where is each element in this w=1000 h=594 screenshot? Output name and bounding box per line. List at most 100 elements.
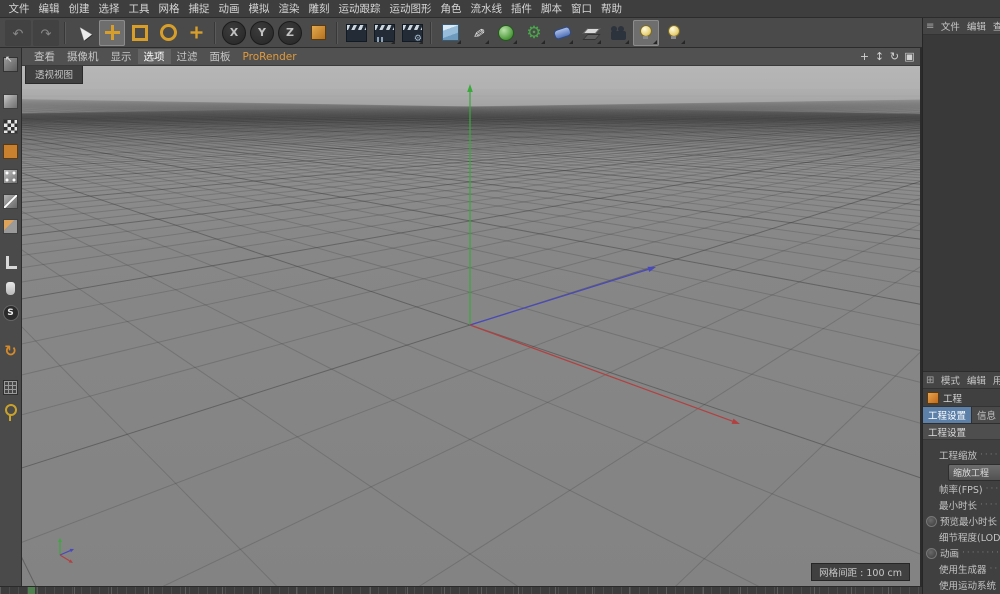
axis-y-toggle[interactable]: Y <box>249 20 275 46</box>
viewport-menu-item-active[interactable]: 选项 <box>138 49 171 64</box>
orange-rotate-icon <box>4 341 17 360</box>
render-settings-button[interactable] <box>399 20 425 46</box>
floor-menu-button[interactable] <box>577 20 603 46</box>
attribute-manager-menu-item[interactable]: 用户数据 <box>989 373 1000 387</box>
tweak-mode-button[interactable] <box>1 278 21 298</box>
pan-view-icon[interactable]: + <box>858 50 871 64</box>
viewport-menu-item[interactable]: 过滤 <box>171 49 204 64</box>
menubar-item[interactable]: 文件 <box>4 1 34 16</box>
render-picture-viewer-button[interactable] <box>371 20 397 46</box>
light-alt-menu-button[interactable] <box>661 20 687 46</box>
timeline-ruler[interactable] <box>0 586 922 594</box>
rotate-view-icon[interactable]: ↻ <box>888 50 901 64</box>
light-bulb-icon <box>668 25 680 37</box>
toolbar-separator <box>336 22 338 44</box>
subdivision-surface-button[interactable] <box>493 20 519 46</box>
redo-icon <box>41 23 52 42</box>
light-menu-button[interactable] <box>633 20 659 46</box>
scale-project-button[interactable]: 缩放工程 <box>948 464 1000 481</box>
spline-menu-button[interactable] <box>465 20 491 46</box>
menubar-item[interactable]: 模拟 <box>244 1 274 16</box>
axis-x-toggle[interactable]: X <box>221 20 247 46</box>
viewport-menu-item[interactable]: 面板 <box>204 49 237 64</box>
menubar-item[interactable]: 流水线 <box>466 1 507 16</box>
menubar-item[interactable]: 编辑 <box>34 1 64 16</box>
render-view-button[interactable] <box>343 20 369 46</box>
workplane-mode-button[interactable] <box>1 253 21 273</box>
object-manager-menu-item[interactable]: 查看 <box>989 19 1000 33</box>
field-label: 预览最小时长 <box>940 514 997 528</box>
axis-z-toggle[interactable]: Z <box>277 20 303 46</box>
make-editable-button[interactable] <box>1 54 21 74</box>
parameter-icon[interactable] <box>926 548 937 559</box>
edges-cube-icon <box>3 194 18 209</box>
generators-menu-button[interactable] <box>521 20 547 46</box>
undo-button[interactable] <box>5 20 31 46</box>
cube-icon <box>442 24 459 41</box>
x-axis-icon: X <box>222 21 246 45</box>
menubar-item[interactable]: 网格 <box>154 1 184 16</box>
menubar-item[interactable]: 角色 <box>436 1 466 16</box>
field-label: 使用运动系统 <box>939 578 996 592</box>
menubar-item[interactable]: 选择 <box>94 1 124 16</box>
primitives-menu-button[interactable] <box>437 20 463 46</box>
viewport-menu-item[interactable]: 摄像机 <box>61 49 105 64</box>
menubar-item[interactable]: 工具 <box>124 1 154 16</box>
parameter-icon[interactable] <box>926 516 937 527</box>
object-manager-menu-item[interactable]: 编辑 <box>963 19 989 33</box>
uv-mode-button[interactable] <box>1 141 21 161</box>
section-header[interactable]: 工程设置 <box>923 424 1000 440</box>
menubar-item[interactable]: 插件 <box>507 1 537 16</box>
points-cube-icon <box>3 169 18 184</box>
model-cube-icon <box>3 94 18 109</box>
object-manager-menu-item[interactable]: 文件 <box>937 19 963 33</box>
tab-info[interactable]: 信息 <box>972 407 1000 423</box>
snap-s-icon <box>3 305 19 321</box>
snap-toggle-button[interactable] <box>1 303 21 323</box>
field-row: 动画 <box>923 545 1000 561</box>
edges-mode-button[interactable] <box>1 191 21 211</box>
grid-menu-icon[interactable]: ⊞ <box>926 375 934 386</box>
zoom-view-icon[interactable]: ↕ <box>873 50 886 64</box>
texture-mode-button[interactable] <box>1 116 21 136</box>
viewport-menu-item[interactable]: 显示 <box>105 49 138 64</box>
viewport-canvas[interactable]: 透视视图 网格间距 : 100 cm <box>22 66 920 586</box>
camera-menu-button[interactable] <box>605 20 631 46</box>
move-tool-button[interactable] <box>99 20 125 46</box>
tab-project-settings[interactable]: 工程设置 <box>923 407 972 423</box>
menubar-item[interactable]: 窗口 <box>567 1 597 16</box>
menubar-item[interactable]: 捕捉 <box>184 1 214 16</box>
rotation-snap-button[interactable] <box>1 340 21 360</box>
attribute-manager-menu-item[interactable]: 编辑 <box>963 373 989 387</box>
menubar-item[interactable]: 动画 <box>214 1 244 16</box>
toggle-view-icon[interactable]: ▣ <box>903 50 916 64</box>
menubar-item[interactable]: 脚本 <box>537 1 567 16</box>
rotate-tool-button[interactable] <box>155 20 181 46</box>
viewport-menu-item-prorender[interactable]: ProRender <box>237 51 303 63</box>
menubar-item[interactable]: 创建 <box>64 1 94 16</box>
live-selection-button[interactable] <box>71 20 97 46</box>
workplane-lock-button[interactable] <box>1 402 21 422</box>
menubar-item[interactable]: 渲染 <box>274 1 304 16</box>
menubar-item[interactable]: 雕刻 <box>304 1 334 16</box>
points-mode-button[interactable] <box>1 166 21 186</box>
grid-snap-button[interactable] <box>1 377 21 397</box>
scale-tool-button[interactable] <box>127 20 153 46</box>
render-picture-viewer-icon <box>374 24 395 42</box>
viewport-menu-item[interactable]: 查看 <box>28 49 61 64</box>
deformers-menu-button[interactable] <box>549 20 575 46</box>
attribute-manager-menu-item[interactable]: 模式 <box>937 373 963 387</box>
view-label-tab[interactable]: 透视视图 <box>25 66 83 84</box>
last-used-tool-button[interactable] <box>183 20 209 46</box>
redo-button[interactable] <box>33 20 59 46</box>
menubar-item[interactable]: 运动图形 <box>385 1 436 16</box>
coordinate-system-button[interactable] <box>305 20 331 46</box>
move-icon <box>105 25 120 40</box>
model-mode-button[interactable] <box>1 91 21 111</box>
burger-icon[interactable]: ≡ <box>926 21 934 32</box>
object-list-area[interactable] <box>923 35 1000 372</box>
timeline-playhead[interactable] <box>28 587 35 594</box>
polygons-mode-button[interactable] <box>1 216 21 236</box>
menubar-item[interactable]: 运动跟踪 <box>334 1 385 16</box>
menubar-item[interactable]: 帮助 <box>597 1 627 16</box>
